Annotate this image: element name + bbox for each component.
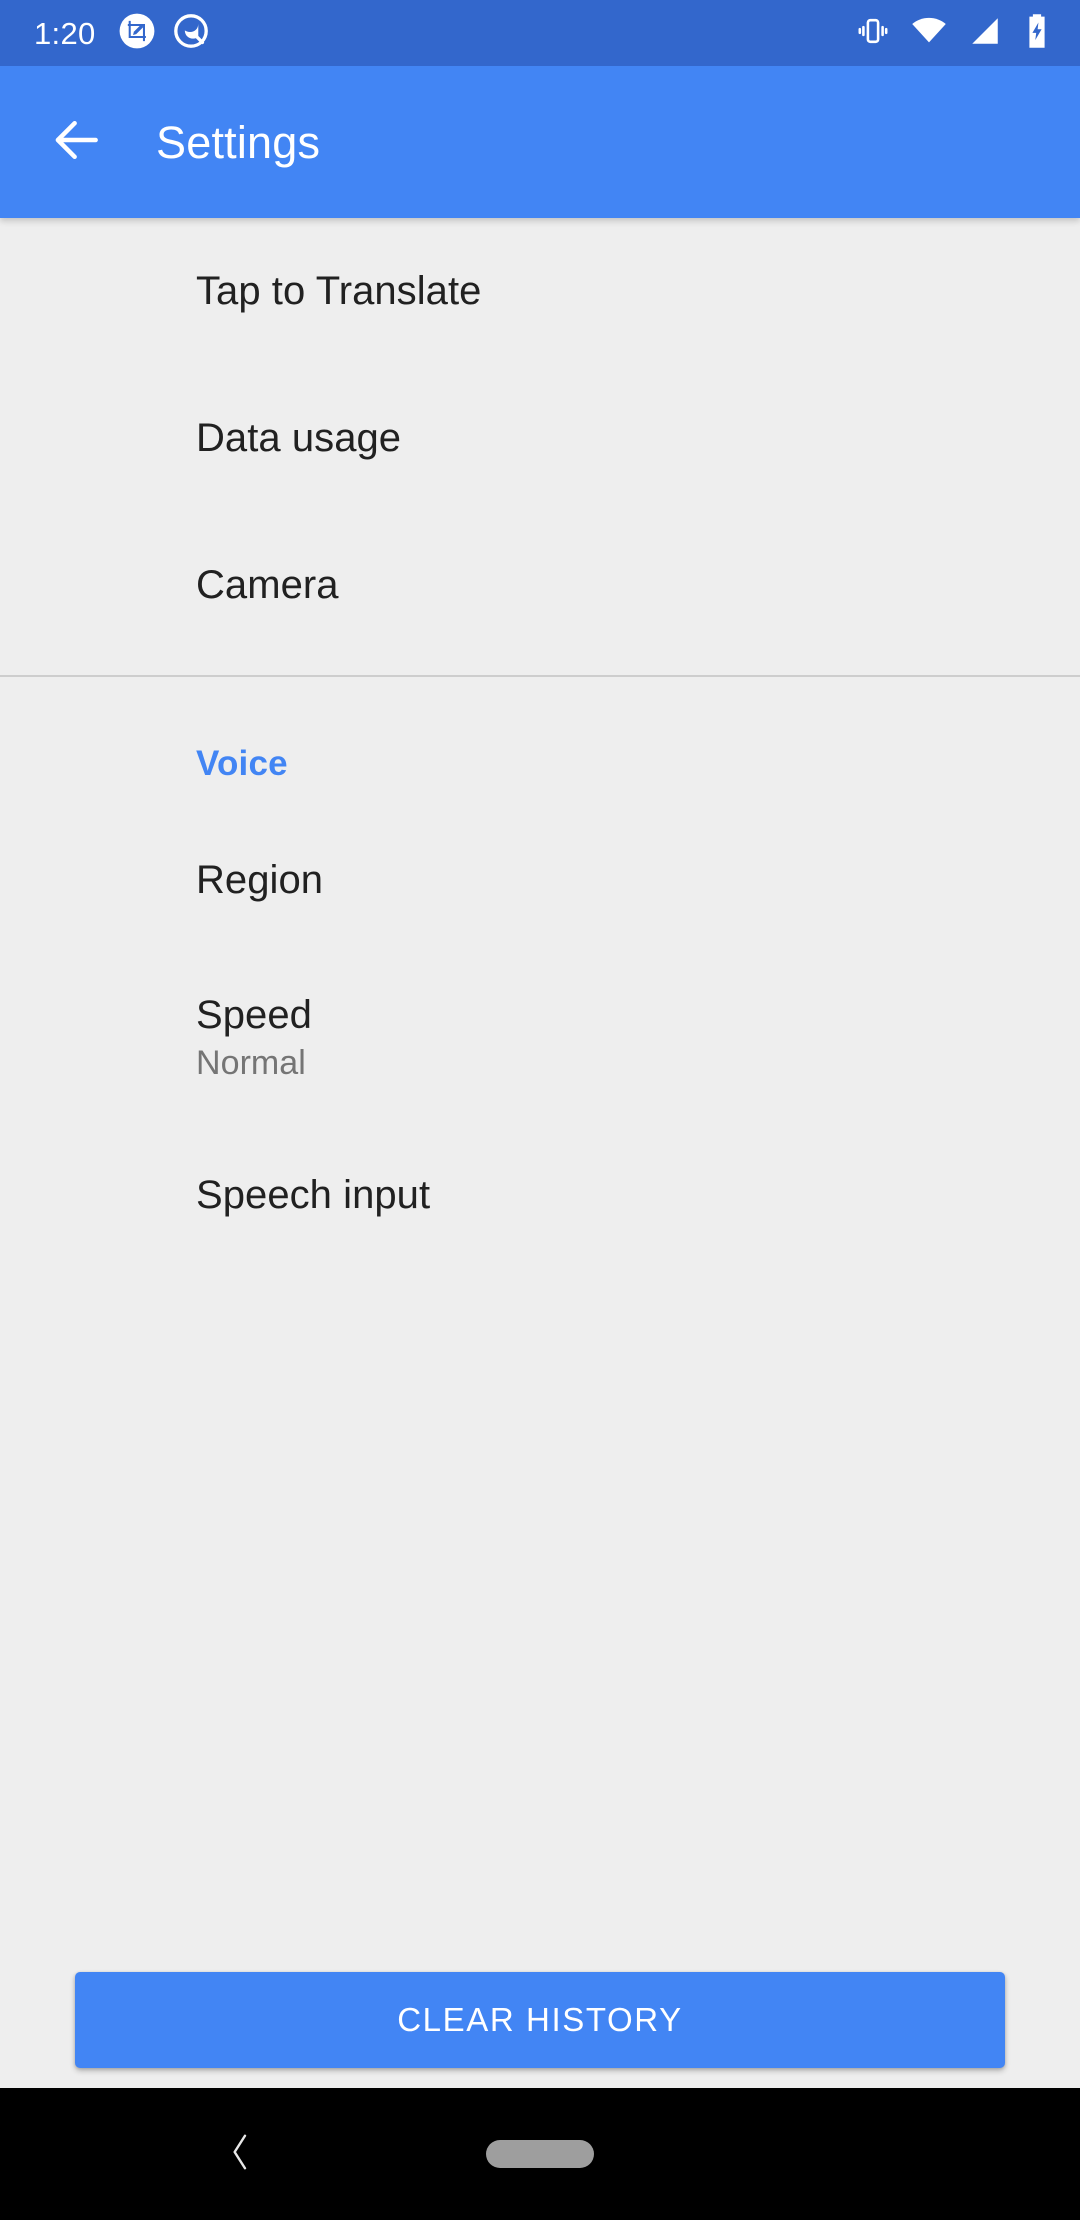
screenshot-markup-icon xyxy=(118,12,156,55)
settings-list: Tap to Translate Data usage Camera Voice… xyxy=(0,218,1080,2088)
battery-charging-icon xyxy=(1022,12,1052,55)
setting-title: Region xyxy=(196,858,324,903)
back-button[interactable] xyxy=(22,87,132,197)
nav-back-chevron-icon xyxy=(222,2129,258,2180)
setting-speed[interactable]: Speed Normal xyxy=(0,954,1080,1122)
clear-history-button[interactable]: CLEAR HISTORY xyxy=(75,1972,1005,2068)
setting-tap-to-translate[interactable]: Tap to Translate xyxy=(0,218,1080,365)
setting-title: Camera xyxy=(196,563,339,608)
setting-speech-input[interactable]: Speech input xyxy=(0,1122,1080,1269)
setting-summary: Normal xyxy=(196,1044,306,1083)
setting-title: Tap to Translate xyxy=(196,269,482,314)
wifi-icon xyxy=(910,12,948,55)
status-bar-system-icons xyxy=(855,12,1052,55)
setting-camera[interactable]: Camera xyxy=(0,512,1080,659)
setting-title: Speech input xyxy=(196,1173,431,1218)
page-title: Settings xyxy=(156,116,321,168)
nav-home-pill-icon[interactable] xyxy=(486,2140,594,2168)
voice-section-label: Voice xyxy=(196,744,288,783)
setting-title: Speed xyxy=(196,992,312,1037)
navigation-bar xyxy=(0,2088,1080,2220)
status-bar: 1:20 xyxy=(0,0,1080,66)
status-bar-notification-icons xyxy=(118,12,210,55)
arrow-back-icon xyxy=(49,112,105,173)
nav-back-button[interactable] xyxy=(205,2119,275,2189)
assistant-circle-icon xyxy=(172,12,210,55)
setting-data-usage[interactable]: Data usage xyxy=(0,365,1080,512)
status-bar-clock: 1:20 xyxy=(34,15,96,51)
app-bar: Settings xyxy=(0,66,1080,218)
voice-section-header: Voice xyxy=(0,677,1080,807)
cellular-signal-icon xyxy=(967,13,1003,54)
phone-screen: 1:20 Settings Tap to Translate Data usag… xyxy=(0,0,1080,2220)
setting-region[interactable]: Region xyxy=(0,807,1080,954)
setting-title: Data usage xyxy=(196,416,402,461)
vibrate-icon xyxy=(855,13,891,54)
